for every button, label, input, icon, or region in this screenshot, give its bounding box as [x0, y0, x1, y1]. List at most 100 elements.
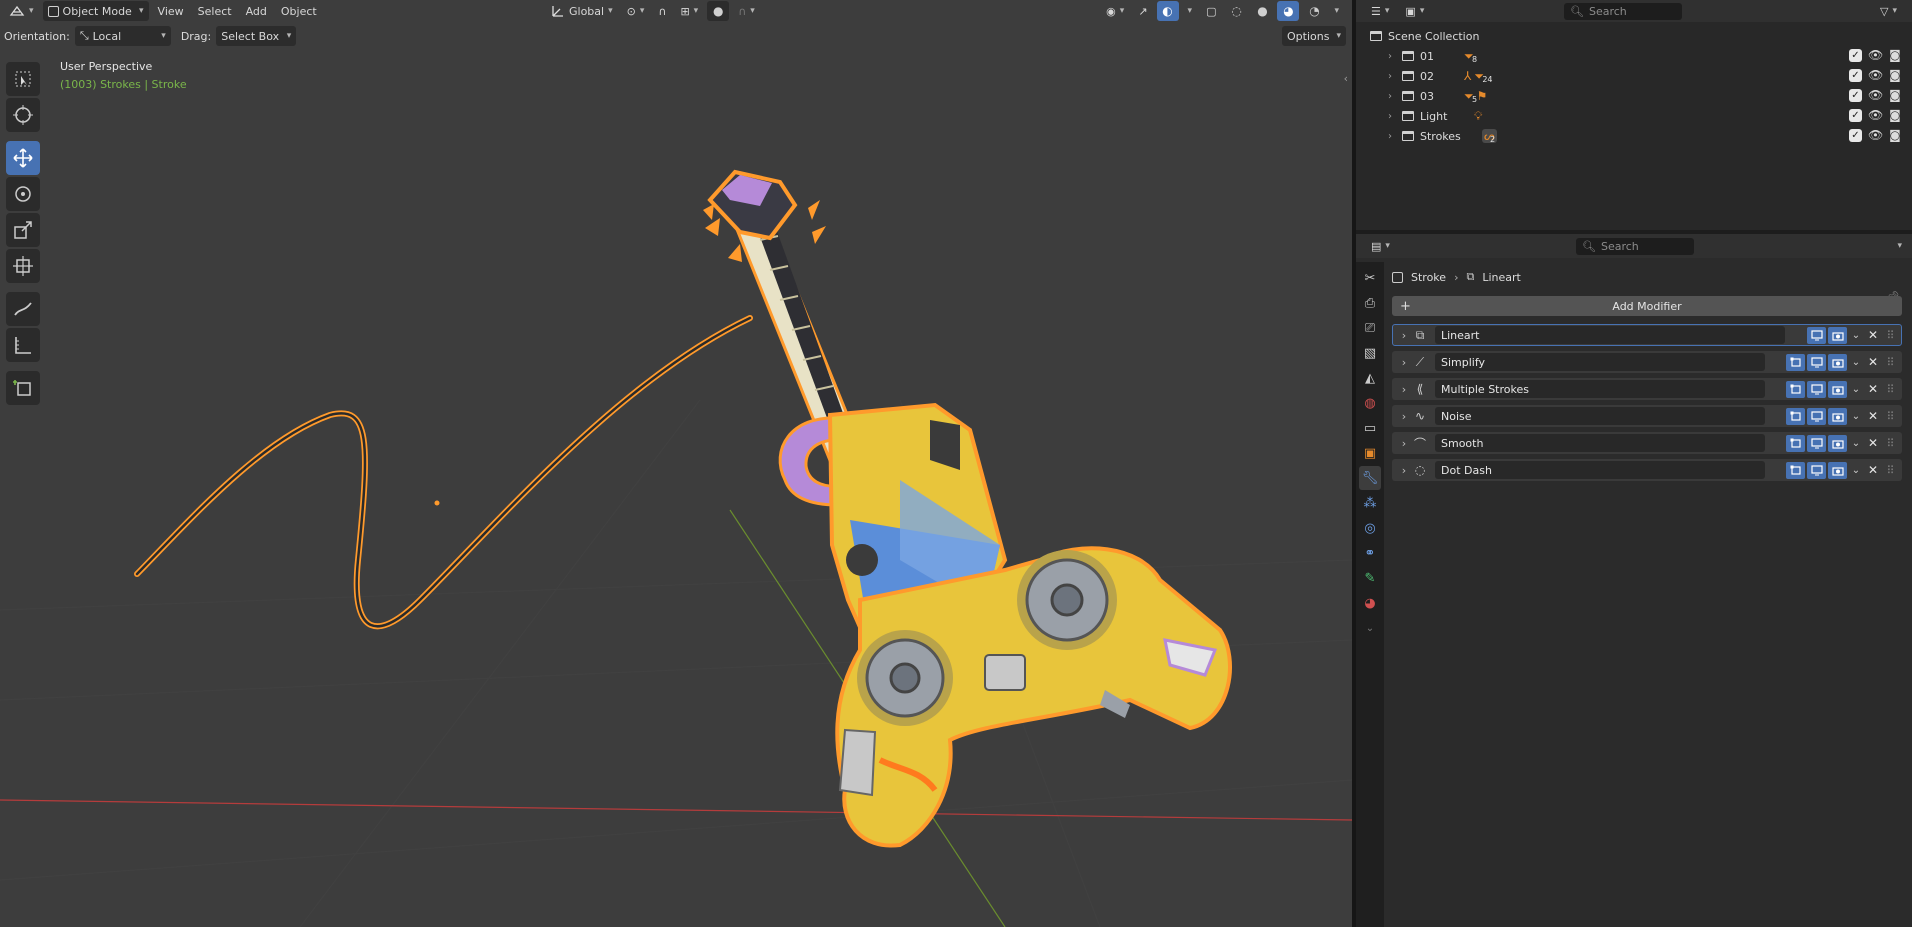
chevron-right-icon[interactable]: ›: [1397, 437, 1411, 450]
tab-material[interactable]: ◕: [1359, 591, 1381, 615]
close-icon[interactable]: ✕: [1865, 381, 1881, 398]
menu-object[interactable]: Object: [276, 1, 322, 21]
outliner-item-light[interactable]: › Light 💡︎ ✓ 👁︎ ◙: [1356, 106, 1912, 126]
shading-dropdown[interactable]: ▾: [1329, 1, 1344, 21]
menu-select[interactable]: Select: [193, 1, 237, 21]
close-icon[interactable]: ✕: [1865, 327, 1881, 344]
modifier-simplify[interactable]: › ⟋ Simplify ⌄ ✕ ⠿: [1392, 351, 1902, 373]
chevron-right-icon[interactable]: ›: [1384, 111, 1396, 122]
tab-physics[interactable]: ◎: [1359, 516, 1381, 540]
camera-icon[interactable]: ◙: [1888, 68, 1902, 82]
chevron-down-icon[interactable]: ⌄: [1849, 408, 1863, 425]
chevron-down-icon[interactable]: ▾: [1897, 241, 1902, 251]
tool-transform[interactable]: [6, 249, 40, 283]
exclude-checkbox[interactable]: ✓: [1849, 48, 1862, 62]
add-modifier-button[interactable]: + Add Modifier: [1392, 296, 1902, 316]
proportional-editing-toggle[interactable]: ●: [707, 1, 730, 21]
tab-modifiers[interactable]: 🔧︎: [1359, 466, 1381, 490]
filter-dropdown[interactable]: ▽ ▾: [1875, 1, 1902, 21]
chevron-down-icon[interactable]: ⌄: [1849, 462, 1863, 479]
proportional-falloff-dropdown[interactable]: ∩ ▾: [733, 1, 760, 21]
display-mode-dropdown[interactable]: ▣ ▾: [1400, 1, 1429, 21]
tab-object[interactable]: ▣: [1359, 441, 1381, 465]
edit-mode-toggle[interactable]: [1786, 354, 1805, 371]
modifier-smooth[interactable]: › ⌒ Smooth ⌄ ✕ ⠿: [1392, 432, 1902, 454]
menu-view[interactable]: View: [153, 1, 189, 21]
tab-render[interactable]: ⎙: [1359, 291, 1381, 315]
chevron-right-icon[interactable]: ›: [1384, 71, 1396, 82]
edit-mode-toggle[interactable]: [1786, 408, 1805, 425]
drag-handle-icon[interactable]: ⠿: [1883, 354, 1897, 371]
eye-icon[interactable]: 👁︎: [1868, 108, 1883, 122]
xray-toggle[interactable]: ▢: [1201, 1, 1221, 21]
tool-measure[interactable]: [6, 328, 40, 362]
camera-icon[interactable]: ◙: [1888, 108, 1902, 122]
orientation-dropdown[interactable]: ⤡ Local ▾: [74, 26, 171, 46]
chevron-right-icon[interactable]: ›: [1397, 464, 1411, 477]
outliner-item-01[interactable]: › 01 ⏷ 8 ✓ 👁︎ ◙: [1356, 46, 1912, 66]
tab-collection[interactable]: ▭: [1359, 416, 1381, 440]
modifier-dot-dash[interactable]: › ◌ Dot Dash ⌄ ✕ ⠿: [1392, 459, 1902, 481]
outliner-search-input[interactable]: [1588, 4, 1676, 18]
eye-icon[interactable]: 👁︎: [1868, 128, 1883, 142]
chevron-right-icon[interactable]: ›: [1397, 383, 1411, 396]
show-viewport-toggle[interactable]: [1807, 327, 1826, 344]
tabs-scroll[interactable]: ⌄: [1359, 616, 1381, 640]
shading-solid[interactable]: ●: [1251, 1, 1273, 21]
snapping-toggle[interactable]: ∩: [653, 1, 671, 21]
tool-move[interactable]: [6, 141, 40, 175]
modifier-lineart[interactable]: › ⧉ Lineart ⌄ ✕ ⠿: [1392, 324, 1902, 346]
transform-orientation-dropdown[interactable]: Global ▾: [546, 1, 618, 21]
drag-handle-icon[interactable]: ⠿: [1883, 435, 1897, 452]
modifier-name-field[interactable]: Simplify: [1435, 353, 1765, 371]
chevron-right-icon[interactable]: ›: [1397, 410, 1411, 423]
mode-dropdown[interactable]: Object Mode ▾: [42, 1, 149, 21]
exclude-checkbox[interactable]: ✓: [1849, 68, 1862, 82]
close-icon[interactable]: ✕: [1865, 462, 1881, 479]
camera-icon[interactable]: ◙: [1888, 128, 1902, 142]
close-icon[interactable]: ✕: [1865, 354, 1881, 371]
tab-data[interactable]: ✎: [1359, 566, 1381, 590]
snap-target-dropdown[interactable]: ⊞ ▾: [675, 1, 703, 21]
camera-icon[interactable]: ◙: [1888, 88, 1902, 102]
tab-view-layer[interactable]: ▧: [1359, 341, 1381, 365]
edit-mode-toggle[interactable]: [1786, 381, 1805, 398]
outliner-search-field[interactable]: 🔍︎: [1564, 2, 1682, 20]
properties-editor-type-button[interactable]: ▤ ▾: [1366, 236, 1395, 256]
chevron-right-icon[interactable]: ›: [1397, 356, 1411, 369]
sidebar-expand-icon[interactable]: ‹: [1344, 72, 1348, 85]
overlays-dropdown[interactable]: ▾: [1183, 1, 1198, 21]
modifier-name-field[interactable]: Noise: [1435, 407, 1765, 425]
tab-constraints[interactable]: ⚭: [1359, 541, 1381, 565]
show-render-toggle[interactable]: [1828, 381, 1847, 398]
tool-add-cube[interactable]: [6, 371, 40, 405]
tool-select-box[interactable]: [6, 62, 40, 96]
modifier-noise[interactable]: › ∿ Noise ⌄ ✕ ⠿: [1392, 405, 1902, 427]
tab-world[interactable]: ◍: [1359, 391, 1381, 415]
chevron-down-icon[interactable]: ⌄: [1849, 354, 1863, 371]
show-render-toggle[interactable]: [1828, 435, 1847, 452]
outliner-root[interactable]: Scene Collection: [1356, 26, 1912, 46]
drag-dropdown[interactable]: Select Box ▾: [216, 26, 297, 46]
show-viewport-toggle[interactable]: [1807, 435, 1826, 452]
drag-handle-icon[interactable]: ⠿: [1883, 327, 1897, 344]
chevron-right-icon[interactable]: ›: [1384, 51, 1396, 62]
editor-type-button[interactable]: ▾: [4, 1, 39, 21]
tool-cursor[interactable]: [6, 98, 40, 132]
tab-scene[interactable]: ◭: [1359, 366, 1381, 390]
shading-rendered[interactable]: ◔: [1303, 1, 1325, 21]
chevron-down-icon[interactable]: ⌄: [1849, 381, 1863, 398]
exclude-checkbox[interactable]: ✓: [1849, 128, 1862, 142]
chevron-down-icon[interactable]: ⌄: [1849, 327, 1863, 344]
chevron-right-icon[interactable]: ›: [1397, 329, 1411, 342]
show-viewport-toggle[interactable]: [1807, 354, 1826, 371]
edit-mode-toggle[interactable]: [1786, 462, 1805, 479]
exclude-checkbox[interactable]: ✓: [1849, 88, 1862, 102]
options-dropdown[interactable]: Options ▾: [1282, 26, 1346, 46]
modifier-name-field[interactable]: Lineart: [1435, 326, 1785, 344]
close-icon[interactable]: ✕: [1865, 435, 1881, 452]
3d-viewport[interactable]: ▾ Object Mode ▾ View Select Add Object G…: [0, 0, 1352, 927]
properties-search-input[interactable]: [1600, 239, 1688, 253]
show-render-toggle[interactable]: [1828, 354, 1847, 371]
camera-icon[interactable]: ◙: [1888, 48, 1902, 62]
